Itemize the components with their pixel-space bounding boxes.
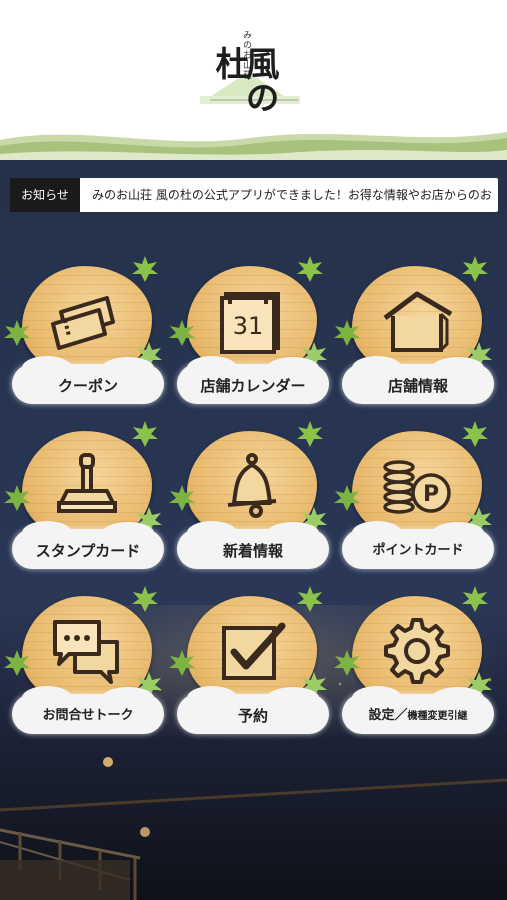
- menu-label: お問合せトーク: [42, 708, 134, 723]
- header-wave-divider: [0, 132, 507, 160]
- bell-icon: [227, 453, 277, 518]
- menu-tile-store-info[interactable]: 店舗情報: [334, 256, 502, 412]
- menu-label: 予約: [237, 707, 268, 725]
- maple-leaf-icon: [297, 421, 323, 447]
- coupon-icon: [51, 296, 115, 350]
- settings-label: 設定／: [368, 708, 408, 723]
- menu-label: 設定／機種変更引継: [342, 702, 494, 730]
- menu-tile-stamp-card[interactable]: スタンプカード: [4, 421, 172, 577]
- maple-leaf-icon: [334, 650, 360, 676]
- menu-tile-calendar[interactable]: 31 店舗カレンダー: [169, 256, 337, 412]
- maple-leaf-icon: [4, 485, 30, 511]
- maple-leaf-icon: [334, 485, 360, 511]
- menu-label: 店舗情報: [387, 377, 448, 395]
- notice-bar[interactable]: お知らせ みのお山荘 風の杜の公式アプリができました！お得な情報やお店からのお: [10, 178, 498, 212]
- checkbox-icon: [222, 622, 286, 680]
- maple-leaf-icon: [334, 320, 360, 346]
- calendar-day-number: 31: [233, 312, 264, 340]
- menu-label: ポイントカード: [372, 543, 464, 558]
- notice-ticker-text[interactable]: みのお山荘 風の杜の公式アプリができました！お得な情報やお店からのお: [92, 178, 496, 212]
- app-logo: みのお山荘 風の杜: [198, 24, 310, 128]
- maple-leaf-icon: [297, 586, 323, 612]
- menu-tile-point-card[interactable]: P ポイントカード: [334, 421, 502, 577]
- menu-tile-coupon[interactable]: クーポン: [4, 256, 172, 412]
- point-symbol: P: [423, 482, 439, 507]
- maple-leaf-icon: [169, 650, 195, 676]
- menu-label: 店舗カレンダー: [200, 377, 306, 395]
- points-icon: P: [383, 460, 451, 514]
- gear-icon: [384, 618, 450, 684]
- maple-leaf-icon: [297, 256, 323, 282]
- calendar-icon: 31: [220, 292, 280, 354]
- chat-icon: [53, 620, 119, 684]
- logo-title: 風の杜: [209, 46, 279, 114]
- maple-leaf-icon: [462, 421, 488, 447]
- maple-leaf-icon: [169, 320, 195, 346]
- maple-leaf-icon: [169, 485, 195, 511]
- maple-leaf-icon: [132, 421, 158, 447]
- maple-leaf-icon: [4, 650, 30, 676]
- menu-label: スタンプカード: [35, 542, 141, 560]
- stamp-icon: [57, 453, 117, 513]
- maple-leaf-icon: [462, 256, 488, 282]
- house-icon: [383, 291, 453, 352]
- maple-leaf-icon: [132, 256, 158, 282]
- menu-tile-news[interactable]: 新着情報: [169, 421, 337, 577]
- device-transfer-label: 機種変更引継: [407, 711, 468, 722]
- terrace-railing: [0, 757, 507, 900]
- menu-label: 新着情報: [222, 542, 283, 560]
- app-header: みのお山荘 風の杜: [0, 0, 507, 160]
- maple-leaf-icon: [462, 586, 488, 612]
- notice-label: お知らせ: [10, 178, 80, 212]
- menu-tile-settings[interactable]: 設定／機種変更引継: [334, 586, 502, 742]
- maple-leaf-icon: [4, 320, 30, 346]
- menu-label: クーポン: [57, 377, 118, 395]
- maple-leaf-icon: [132, 586, 158, 612]
- menu-tile-reservation[interactable]: 予約: [169, 586, 337, 742]
- menu-tile-inquiry-talk[interactable]: お問合せトーク: [4, 586, 172, 742]
